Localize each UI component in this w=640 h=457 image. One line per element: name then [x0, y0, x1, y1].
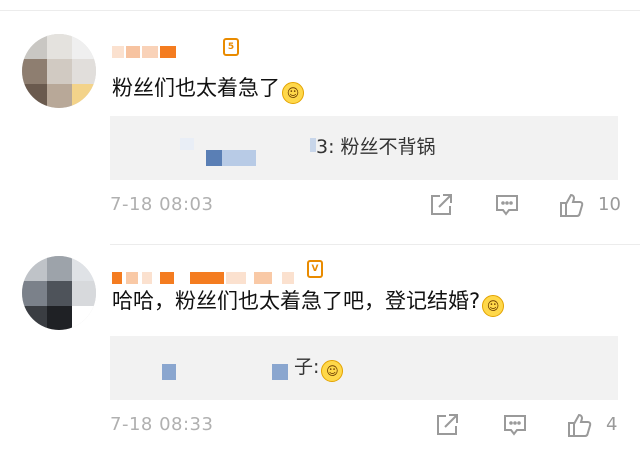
comment-icon[interactable]	[494, 192, 520, 218]
timestamp: 7-18 08:33	[110, 414, 214, 435]
laughing-emoji-icon: ☺	[482, 295, 505, 317]
comment-text: 粉丝们也太着急了 ☺	[112, 74, 304, 104]
thumbs-up-icon[interactable]	[558, 192, 586, 218]
avatar[interactable]	[22, 34, 96, 108]
laughing-emoji-icon: ☺	[321, 360, 344, 382]
timestamp: 7-18 08:03	[110, 194, 214, 215]
like-count: 4	[606, 414, 618, 435]
thumbs-up-icon[interactable]	[566, 412, 594, 438]
laughing-emoji-icon: ☺	[282, 82, 304, 104]
like-count: 10	[598, 194, 621, 215]
share-icon[interactable]	[434, 412, 460, 438]
quote-text: 子: ☺	[294, 355, 344, 382]
comment-text: 哈哈，粉丝们也太着急了吧，登记结婚? ☺	[112, 287, 505, 317]
share-icon[interactable]	[428, 192, 454, 218]
comment-item: 5 粉丝们也太着急了 ☺ 3: 粉丝不背锅 7-18 08:03 10	[0, 10, 640, 245]
comment-footer: 7-18 08:33 4	[110, 410, 630, 440]
comment-footer: 7-18 08:03 10	[110, 190, 630, 220]
quoted-reply[interactable]: 3: 粉丝不背锅	[110, 116, 618, 180]
vip-badge-icon: V	[306, 258, 324, 278]
vip-badge-icon: 5	[222, 36, 240, 56]
quote-text: 3: 粉丝不背锅	[316, 136, 436, 158]
avatar[interactable]	[22, 256, 96, 330]
quoted-reply[interactable]: 子: ☺	[110, 336, 618, 400]
comment-item: V 哈哈，粉丝们也太着急了吧，登记结婚? ☺ 子: ☺ 7-18 08:33 4	[0, 242, 640, 457]
comment-icon[interactable]	[502, 412, 528, 438]
